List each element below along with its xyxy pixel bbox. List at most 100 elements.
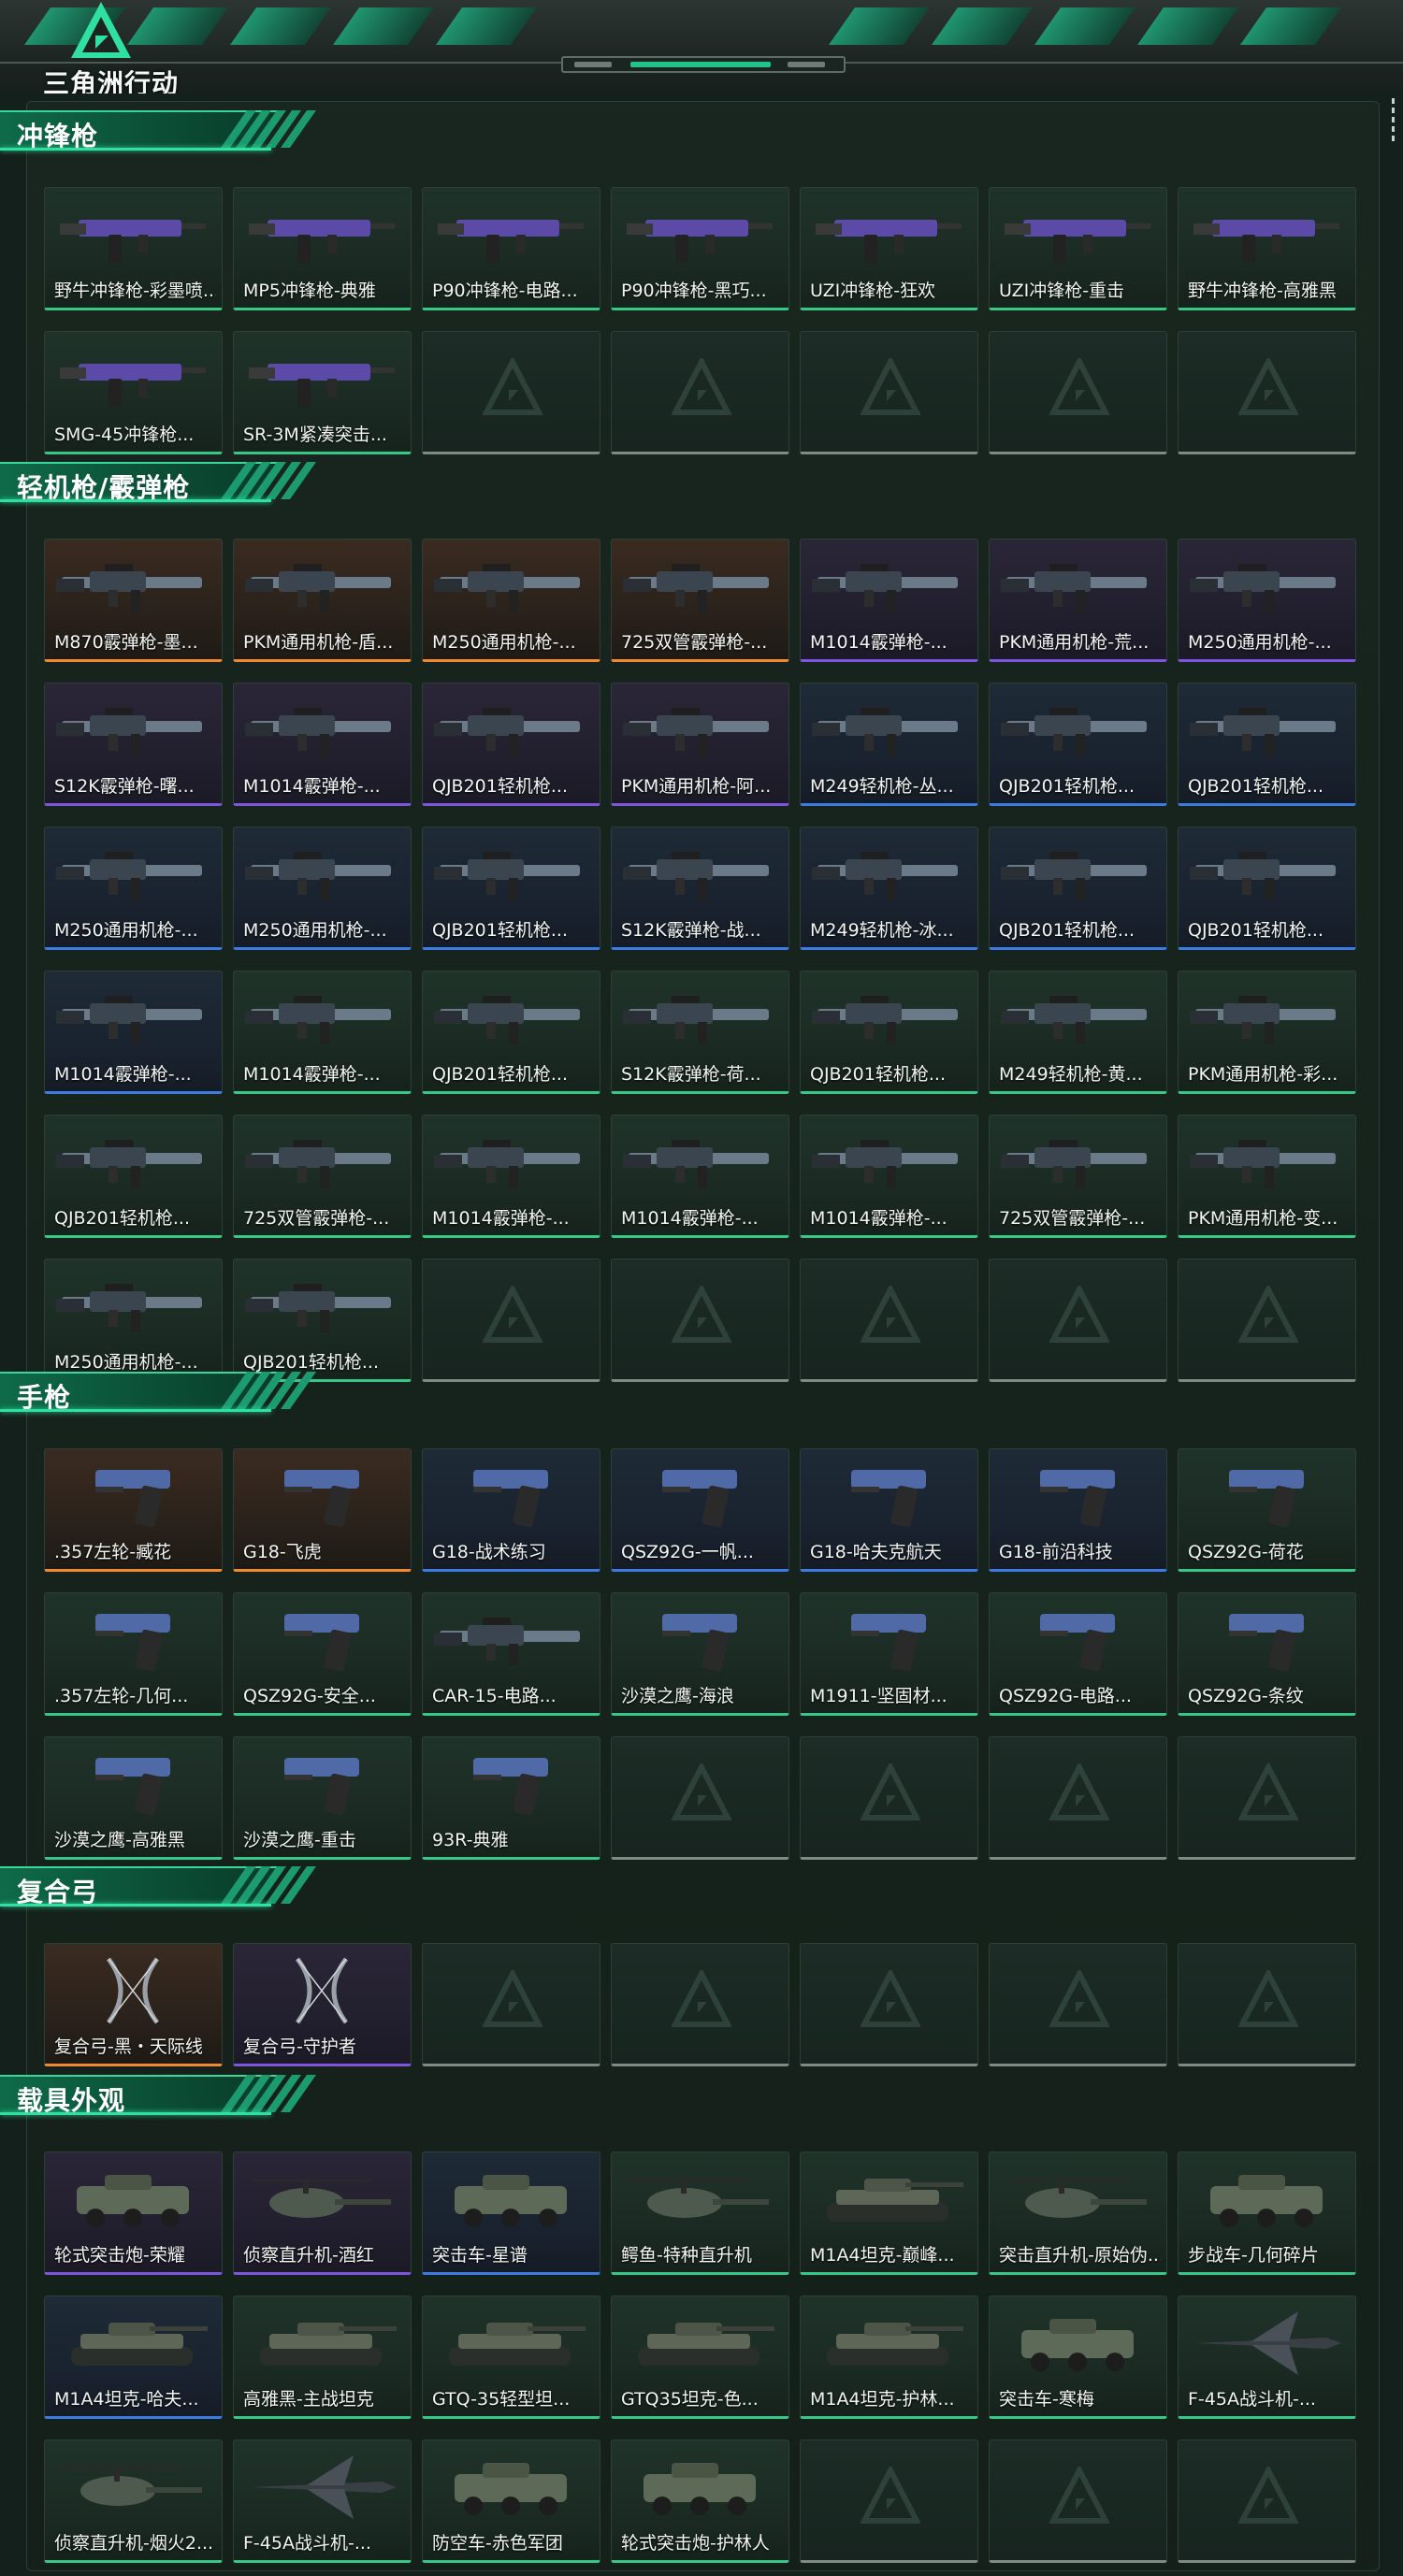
item-tile[interactable]: 复合弓-守护者 xyxy=(233,1943,412,2066)
item-tile[interactable]: QSZ92G-安全... xyxy=(233,1592,412,1716)
pistol-icon xyxy=(284,1614,359,1672)
item-tile[interactable]: QJB201轻机枪... xyxy=(1178,683,1356,806)
item-tile[interactable]: 沙漠之鹰-高雅黑 xyxy=(44,1736,223,1860)
item-tile[interactable]: 步战车-几何碎片 xyxy=(1178,2151,1356,2275)
bow-icon xyxy=(106,1957,160,2024)
item-name: S12K霰弹枪-战... xyxy=(621,920,761,941)
item-tile[interactable]: M1014霰弹枪-... xyxy=(233,971,412,1094)
item-name: 93R-典雅 xyxy=(432,1830,509,1850)
item-tile[interactable]: 沙漠之鹰-海浪 xyxy=(611,1592,789,1716)
item-tile[interactable]: F-45A战斗机-... xyxy=(1178,2295,1356,2419)
item-tile[interactable]: .357左轮-几何... xyxy=(44,1592,223,1716)
item-tile[interactable]: 725双管霰弹枪-... xyxy=(611,539,789,662)
item-tile[interactable]: G18-哈夫克航天 xyxy=(800,1448,978,1572)
scroll-indicator[interactable] xyxy=(1390,98,1396,154)
item-tile[interactable]: 725双管霰弹枪-... xyxy=(233,1115,412,1238)
item-name: M250通用机枪-... xyxy=(1188,632,1332,653)
item-tile[interactable]: QSZ92G-条纹 xyxy=(1178,1592,1356,1716)
item-tile[interactable]: 93R-典雅 xyxy=(422,1736,600,1860)
item-tile[interactable]: M250通用机枪-... xyxy=(422,539,600,662)
item-tile[interactable]: M1014霰弹枪-... xyxy=(422,1115,600,1238)
item-tile[interactable]: M1014霰弹枪-... xyxy=(611,1115,789,1238)
item-tile[interactable]: M1A4坦克-哈夫... xyxy=(44,2295,223,2419)
item-name: GTQ35坦克-色... xyxy=(621,2389,759,2410)
pistol-icon xyxy=(95,1758,170,1816)
item-tile[interactable]: PKM通用机枪-荒... xyxy=(989,539,1167,662)
item-tile[interactable]: 高雅黑-主战坦克 xyxy=(233,2295,412,2419)
item-tile[interactable]: G18-战术练习 xyxy=(422,1448,600,1572)
item-tile[interactable]: P90冲锋枪-黑巧... xyxy=(611,187,789,310)
item-name: M1014霰弹枪-... xyxy=(54,1064,192,1085)
item-tile[interactable]: CAR-15-电路... xyxy=(422,1592,600,1716)
item-tile[interactable]: MP5冲锋枪-典雅 xyxy=(233,187,412,310)
item-tile[interactable]: 突击直升机-原始伪... xyxy=(989,2151,1167,2275)
item-tile[interactable]: F-45A战斗机-... xyxy=(233,2439,412,2563)
item-tile[interactable]: QJB201轻机枪... xyxy=(989,827,1167,950)
item-name: M249轻机枪-冰... xyxy=(810,920,954,941)
item-tile[interactable]: QJB201轻机枪... xyxy=(44,1115,223,1238)
item-tile[interactable]: P90冲锋枪-电路... xyxy=(422,187,600,310)
item-tile[interactable]: M1014霰弹枪-... xyxy=(800,539,978,662)
item-tile[interactable]: UZI冲锋枪-狂欢 xyxy=(800,187,978,310)
item-tile[interactable]: 725双管霰弹枪-... xyxy=(989,1115,1167,1238)
item-tile[interactable]: SMG-45冲锋枪... xyxy=(44,331,223,454)
item-tile[interactable]: PKM通用机枪-彩... xyxy=(1178,971,1356,1094)
item-tile[interactable]: 野牛冲锋枪-高雅黑 xyxy=(1178,187,1356,310)
item-tile[interactable]: PKM通用机枪-阿... xyxy=(611,683,789,806)
item-tile[interactable]: 突击车-寒梅 xyxy=(989,2295,1167,2419)
item-tile[interactable]: M250通用机枪-... xyxy=(44,1259,223,1382)
item-tile[interactable]: G18-前沿科技 xyxy=(989,1448,1167,1572)
item-tile[interactable]: M1014霰弹枪-... xyxy=(44,971,223,1094)
item-tile[interactable]: S12K霰弹枪-荷... xyxy=(611,971,789,1094)
empty-slot xyxy=(1178,1943,1356,2066)
item-tile[interactable]: 野牛冲锋枪-彩墨喷... xyxy=(44,187,223,310)
item-tile[interactable]: QJB201轻机枪... xyxy=(233,1259,412,1382)
item-tile[interactable]: 防空车-赤色军团 xyxy=(422,2439,600,2563)
item-tile[interactable]: QJB201轻机枪... xyxy=(422,683,600,806)
item-tile[interactable]: UZI冲锋枪-重击 xyxy=(989,187,1167,310)
item-name: CAR-15-电路... xyxy=(432,1686,557,1706)
item-tile[interactable]: M1A4坦克-护林... xyxy=(800,2295,978,2419)
item-tile[interactable]: QJB201轻机枪... xyxy=(800,971,978,1094)
item-tile[interactable]: M249轻机枪-丛... xyxy=(800,683,978,806)
item-tile[interactable]: SR-3M紧凑突击... xyxy=(233,331,412,454)
item-tile[interactable]: M249轻机枪-冰... xyxy=(800,827,978,950)
item-tile[interactable]: .357左轮-臧花 xyxy=(44,1448,223,1572)
item-tile[interactable]: M250通用机枪-... xyxy=(1178,539,1356,662)
item-tile[interactable]: GTQ-35轻型坦... xyxy=(422,2295,600,2419)
item-tile[interactable]: 轮式突击炮-荣耀 xyxy=(44,2151,223,2275)
item-tile[interactable]: QJB201轻机枪... xyxy=(1178,827,1356,950)
item-tile[interactable]: M1014霰弹枪-... xyxy=(800,1115,978,1238)
item-tile[interactable]: G18-飞虎 xyxy=(233,1448,412,1572)
item-tile[interactable]: PKM通用机枪-变... xyxy=(1178,1115,1356,1238)
empty-slot xyxy=(1178,331,1356,454)
item-tile[interactable]: PKM通用机枪-盾... xyxy=(233,539,412,662)
item-tile[interactable]: 侦察直升机-酒红 xyxy=(233,2151,412,2275)
item-tile[interactable]: S12K霰弹枪-曙... xyxy=(44,683,223,806)
item-tile[interactable]: 突击车-星谱 xyxy=(422,2151,600,2275)
item-tile[interactable]: M250通用机枪-... xyxy=(44,827,223,950)
item-tile[interactable]: 复合弓-黑・天际线 xyxy=(44,1943,223,2066)
item-tile[interactable]: QSZ92G-电路... xyxy=(989,1592,1167,1716)
item-tile[interactable]: 沙漠之鹰-重击 xyxy=(233,1736,412,1860)
item-tile[interactable]: QJB201轻机枪... xyxy=(422,971,600,1094)
item-tile[interactable]: 鳄鱼-特种直升机 xyxy=(611,2151,789,2275)
item-tile[interactable]: M250通用机枪-... xyxy=(233,827,412,950)
item-tile[interactable]: M249轻机枪-黄... xyxy=(989,971,1167,1094)
rifle-icon xyxy=(434,996,580,1044)
item-tile[interactable]: QSZ92G-一帆... xyxy=(611,1448,789,1572)
item-tile[interactable]: S12K霰弹枪-战... xyxy=(611,827,789,950)
item-name: 防空车-赤色军团 xyxy=(432,2533,563,2554)
item-tile[interactable]: QSZ92G-荷花 xyxy=(1178,1448,1356,1572)
item-tile[interactable]: 轮式突击炮-护林人 xyxy=(611,2439,789,2563)
item-tile[interactable]: QJB201轻机枪... xyxy=(422,827,600,950)
item-tile[interactable]: M1014霰弹枪-... xyxy=(233,683,412,806)
item-tile[interactable]: M1A4坦克-巅峰... xyxy=(800,2151,978,2275)
item-tile[interactable]: QJB201轻机枪... xyxy=(989,683,1167,806)
item-tile[interactable]: GTQ35坦克-色... xyxy=(611,2295,789,2419)
item-tile[interactable]: M1911-坚固材... xyxy=(800,1592,978,1716)
item-tile[interactable]: M870霰弹枪-墨... xyxy=(44,539,223,662)
item-tile[interactable]: 侦察直升机-烟火2... xyxy=(44,2439,223,2563)
tank-icon xyxy=(71,2323,208,2366)
item-name: QJB201轻机枪... xyxy=(999,776,1135,797)
